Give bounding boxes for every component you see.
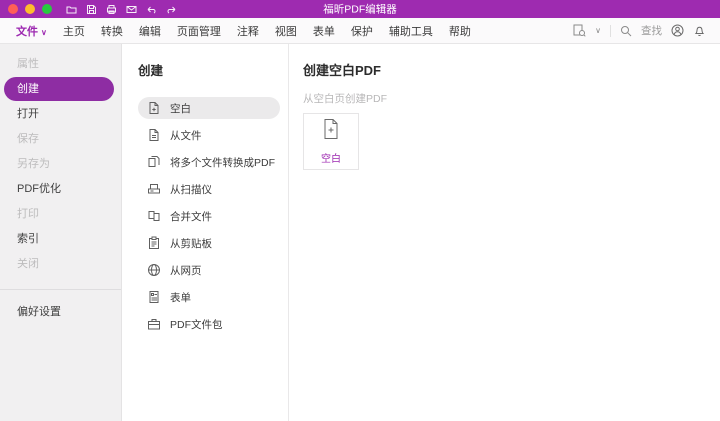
create-option-label: 从网页 — [170, 264, 202, 277]
sidebar-item-create[interactable]: 创建 — [4, 77, 114, 101]
undo-icon[interactable] — [146, 4, 157, 15]
sidebar-item-close: 关闭 — [17, 258, 39, 270]
menu-item-help[interactable]: 帮助 — [441, 23, 479, 39]
account-icon[interactable] — [671, 24, 684, 37]
create-option-label: 从扫描仪 — [170, 183, 212, 196]
page-zoom-icon[interactable] — [573, 24, 586, 37]
sidebar-item-index[interactable]: 索引 — [0, 227, 121, 251]
mail-icon[interactable] — [126, 4, 137, 15]
create-option-label: 空白 — [170, 102, 191, 115]
notifications-icon[interactable] — [693, 24, 706, 37]
find-label[interactable]: 查找 — [641, 23, 662, 38]
create-option-label: 从文件 — [170, 129, 202, 142]
clipboard-icon — [147, 236, 161, 250]
create-option-blank[interactable]: 空白 — [138, 97, 280, 119]
window-controls — [8, 4, 52, 14]
sidebar-item-pdf-optimize[interactable]: PDF优化 — [0, 177, 121, 201]
sidebar-item-save-as: 另存为 — [17, 158, 50, 170]
create-detail-panel: 创建空白PDF 从空白页创建PDF 空白 — [289, 44, 720, 421]
create-panel-title: 创建 — [138, 64, 164, 78]
chevron-down-icon: ∨ — [41, 27, 47, 37]
sidebar-item-save: 保存 — [17, 133, 39, 145]
menu-item-protect[interactable]: 保护 — [343, 23, 381, 39]
create-options-panel: 创建 空白 从文件 将多个文件转换成PDF 从扫描仪 合并文件 从剪贴板 从网页 — [122, 44, 289, 421]
menubar: 文件 ∨ 主页 转换 编辑 页面管理 注释 视图 表单 保护 辅助工具 帮助 ∨ … — [0, 18, 720, 44]
menu-item-form[interactable]: 表单 — [305, 23, 343, 39]
chevron-down-icon[interactable]: ∨ — [595, 26, 601, 35]
create-option-from-scanner[interactable]: 从扫描仪 — [138, 178, 280, 200]
web-page-icon — [147, 263, 161, 277]
sidebar-divider — [0, 289, 121, 290]
create-option-from-web-page[interactable]: 从网页 — [138, 259, 280, 281]
create-option-label: PDF文件包 — [170, 318, 223, 331]
from-file-icon — [147, 128, 161, 142]
save-icon[interactable] — [86, 4, 97, 15]
open-file-icon[interactable] — [66, 4, 77, 15]
menu-item-file[interactable]: 文件 ∨ — [8, 23, 55, 39]
titlebar: 福昕PDF编辑器 — [0, 0, 720, 18]
form-icon — [147, 290, 161, 304]
print-icon[interactable] — [106, 4, 117, 15]
blank-pdf-card[interactable]: 空白 — [303, 113, 359, 170]
combine-files-icon — [147, 209, 161, 223]
scanner-icon — [147, 182, 161, 196]
redo-icon[interactable] — [166, 4, 177, 15]
blank-doc-icon — [321, 118, 341, 145]
search-icon[interactable] — [620, 25, 632, 37]
sidebar-item-properties: 属性 — [17, 58, 39, 70]
menu-item-home[interactable]: 主页 — [55, 23, 93, 39]
sidebar-item-print: 打印 — [17, 208, 39, 220]
multi-file-convert-icon — [147, 155, 161, 169]
menu-item-comment[interactable]: 注释 — [229, 23, 267, 39]
create-option-pdf-portfolio[interactable]: PDF文件包 — [138, 313, 280, 335]
create-option-label: 将多个文件转换成PDF — [170, 156, 275, 169]
create-option-label: 从剪贴板 — [170, 237, 212, 250]
create-option-from-file[interactable]: 从文件 — [138, 124, 280, 146]
create-option-multi-file-convert[interactable]: 将多个文件转换成PDF — [138, 151, 280, 173]
detail-panel-subtitle: 从空白页创建PDF — [303, 93, 387, 105]
sidebar-item-preferences[interactable]: 偏好设置 — [0, 300, 121, 324]
detail-panel-title: 创建空白PDF — [303, 63, 382, 78]
titlebar-quick-toolbar — [66, 4, 177, 15]
menu-item-convert[interactable]: 转换 — [93, 23, 131, 39]
fullscreen-window-button[interactable] — [42, 4, 52, 14]
menu-item-page-management[interactable]: 页面管理 — [169, 23, 229, 39]
create-option-label: 表单 — [170, 291, 191, 304]
main-layout: 属性 创建 打开 保存 另存为 PDF优化 打印 索引 关闭 偏好设置 创建 空… — [0, 44, 720, 421]
menu-item-accessibility[interactable]: 辅助工具 — [381, 23, 441, 39]
sidebar-item-open[interactable]: 打开 — [0, 102, 121, 126]
pdf-portfolio-icon — [147, 317, 161, 331]
file-sidebar: 属性 创建 打开 保存 另存为 PDF优化 打印 索引 关闭 偏好设置 — [0, 44, 122, 421]
close-window-button[interactable] — [8, 4, 18, 14]
create-option-label: 合并文件 — [170, 210, 212, 223]
blank-doc-icon — [147, 101, 161, 115]
window-title: 福昕PDF编辑器 — [323, 3, 397, 16]
menubar-right-tools: ∨ 查找 — [573, 23, 712, 38]
create-option-from-clipboard[interactable]: 从剪贴板 — [138, 232, 280, 254]
divider — [610, 24, 611, 37]
menu-item-view[interactable]: 视图 — [267, 23, 305, 39]
blank-card-label: 空白 — [321, 154, 341, 165]
minimize-window-button[interactable] — [25, 4, 35, 14]
create-option-combine-files[interactable]: 合并文件 — [138, 205, 280, 227]
create-option-form[interactable]: 表单 — [138, 286, 280, 308]
menu-item-edit[interactable]: 编辑 — [131, 23, 169, 39]
